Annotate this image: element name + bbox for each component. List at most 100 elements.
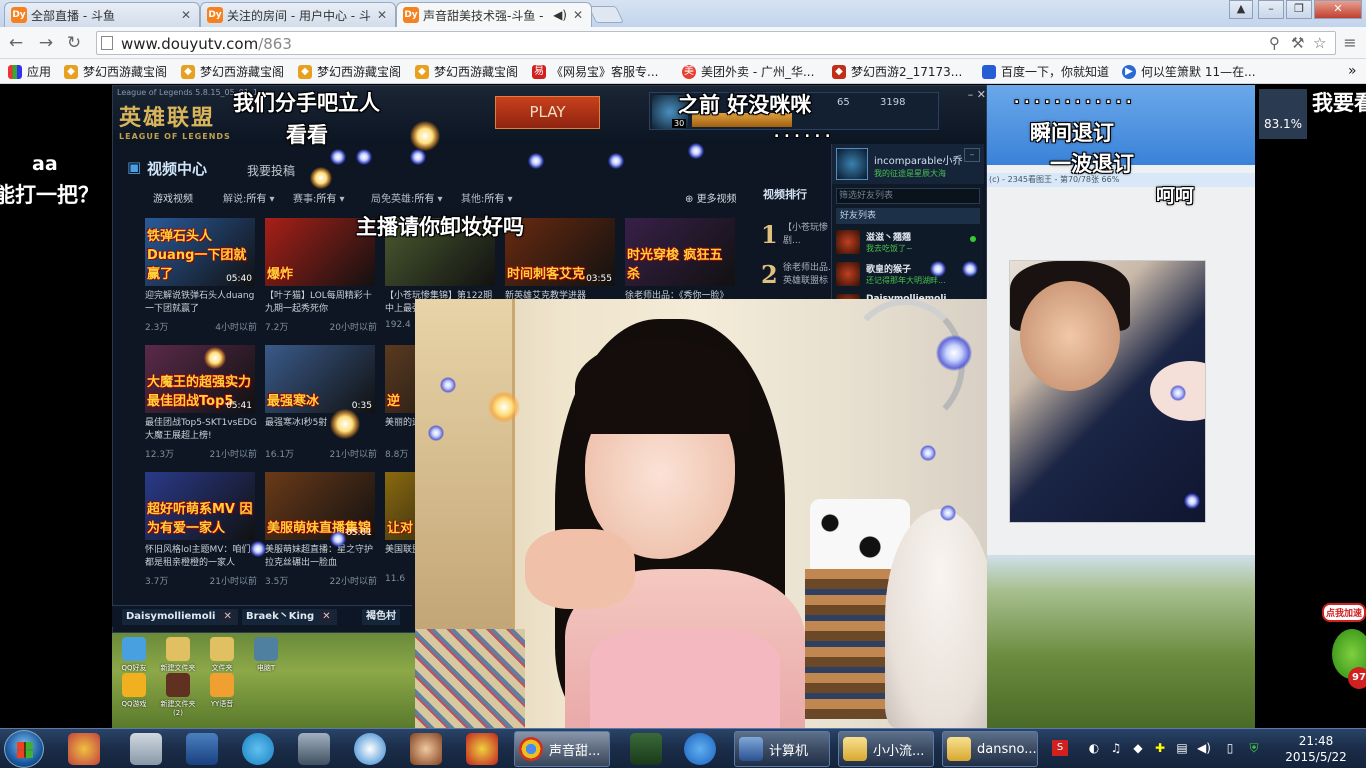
back-button[interactable]: ← bbox=[6, 33, 26, 53]
bookmark-item[interactable]: ◆ 梦幻西游藏宝阁 bbox=[298, 63, 401, 80]
network-icon[interactable]: ▤ bbox=[1174, 740, 1190, 756]
danmaku-comment: . . . . . . . . . . . . bbox=[1014, 91, 1132, 107]
computer-icon bbox=[739, 737, 763, 761]
forward-button[interactable]: → bbox=[36, 33, 56, 53]
system-clock[interactable]: 21:48 2015/5/22 bbox=[1280, 733, 1352, 765]
bookmark-apps[interactable]: 应用 bbox=[8, 63, 51, 80]
tab-followed-rooms[interactable]: Dy 关注的房间 - 用户中心 - 斗 ✕ bbox=[200, 2, 396, 27]
lol-chat-dock: Daisymolliemoli ✕ Braek丶King ✕ 褐色村 bbox=[112, 605, 412, 627]
desktop-icon[interactable] bbox=[186, 733, 218, 765]
start-button[interactable] bbox=[4, 730, 44, 768]
level-badge: 30 bbox=[672, 119, 687, 128]
minimize-button[interactable]: – bbox=[1258, 0, 1284, 19]
search-icon[interactable]: ⚲ bbox=[1269, 34, 1280, 52]
wrench-icon[interactable]: ⚒ bbox=[1291, 34, 1304, 52]
danmaku-comment: 主播请你卸妆好吗 bbox=[356, 215, 524, 239]
address-bar[interactable]: www.douyutv.com/863 ⚲ ⚒ ☆ bbox=[96, 31, 1336, 55]
taskbar-button[interactable]: 计算机 bbox=[734, 731, 830, 767]
douyu-favicon-icon: Dy bbox=[11, 7, 27, 23]
video-card: 最强寒冰 0:35 最强寒冰I秒5射 16.1万 21小时以前 bbox=[265, 345, 377, 465]
window-switch-icon[interactable] bbox=[298, 733, 330, 765]
ie-icon[interactable] bbox=[684, 733, 716, 765]
friend-panel-header: incomparable小乔 我的征途是星辰大海 – bbox=[832, 144, 984, 184]
menu-icon[interactable]: ≡ bbox=[1340, 33, 1360, 53]
ranking-title: 视频排行 bbox=[763, 188, 807, 201]
game-icon[interactable] bbox=[410, 733, 442, 765]
close-button[interactable]: ✕ bbox=[1314, 0, 1362, 19]
video-thumbnail: 美服萌妹直播集锦 05:01 bbox=[265, 472, 375, 540]
tab-close-icon[interactable]: ✕ bbox=[571, 8, 585, 22]
taskbar-button[interactable]: dansno... bbox=[942, 731, 1038, 767]
upload-link: 我要投稿 bbox=[247, 164, 296, 178]
sparkle bbox=[1170, 385, 1186, 401]
bookmark-item[interactable]: ◆ 梦幻西游2_17173... bbox=[832, 63, 962, 80]
twitter-icon[interactable] bbox=[242, 733, 274, 765]
tab-live-room[interactable]: Dy 声音甜美技术强-斗鱼 - ◀) ✕ bbox=[396, 2, 592, 27]
bookmark-item[interactable]: ◆ 梦幻西游藏宝阁 bbox=[64, 63, 167, 80]
desktop-icon: 电脑T bbox=[246, 637, 286, 673]
tray-icon[interactable]: ◐ bbox=[1086, 740, 1102, 756]
bookmark-item[interactable]: 🐾 百度一下，你就知道 bbox=[982, 63, 1109, 80]
sparkle bbox=[930, 261, 946, 277]
bookmark-item[interactable]: ▶ 何以笙箫默 11—在... bbox=[1122, 63, 1256, 80]
video-meta: 7.2万 20小时以前 bbox=[265, 320, 377, 333]
star-icon[interactable]: ☆ bbox=[1313, 34, 1326, 52]
new-tab-button[interactable] bbox=[588, 6, 624, 23]
bookmark-item[interactable]: 美美团外卖 - 广州_华... bbox=[682, 63, 814, 80]
speed-ball-widget[interactable]: 点我加速 97 bbox=[1322, 603, 1366, 693]
music-icon[interactable]: ♫ bbox=[1108, 740, 1124, 756]
sparkle bbox=[204, 347, 226, 369]
upload-time: 21小时以前 bbox=[209, 577, 257, 587]
lol-play-button[interactable]: PLAY bbox=[495, 96, 600, 129]
volume-icon[interactable]: ◀) bbox=[1196, 740, 1212, 756]
lol-close-icon: – ✕ bbox=[967, 88, 986, 101]
pinned-app-icon[interactable] bbox=[68, 733, 100, 765]
taskbar-button[interactable]: 声音甜... bbox=[514, 731, 610, 767]
windows-taskbar: 声音甜... 计算机 小小流... dansno... S ◐ ♫ ◆ ✚ ▤ … bbox=[0, 728, 1366, 768]
danmaku-comment: 一波退订 bbox=[1050, 152, 1134, 176]
upload-time: 20小时以前 bbox=[329, 323, 377, 333]
cbg-icon: ◆ bbox=[298, 64, 312, 79]
video-card: 美服萌妹直播集锦 05:01 美服萌妹超直播：星之守护拉克丝碾出一脸血 3.5万 22小… bbox=[265, 472, 377, 592]
video-thumbnail: 超好听萌系MV 因为有爱一家人 bbox=[145, 472, 255, 540]
tab-all-live[interactable]: Dy 全部直播 - 斗鱼 ✕ bbox=[4, 2, 200, 27]
game-icon[interactable] bbox=[466, 733, 498, 765]
pinned-app-icon[interactable] bbox=[354, 733, 386, 765]
danmaku-comment: aa bbox=[32, 153, 58, 175]
thumbnail-caption: 时光穿梭 疯狂五杀 bbox=[627, 248, 723, 282]
video-thumbnail: 铁弹石头人Duang一下团就赢了 05:40 bbox=[145, 218, 255, 286]
maximize-button[interactable]: ❐ bbox=[1286, 0, 1312, 19]
sparkle bbox=[330, 409, 360, 439]
sogou-icon[interactable]: S bbox=[1052, 740, 1068, 756]
tray-icon[interactable]: ▯ bbox=[1222, 740, 1238, 756]
thumbnail-caption: 爆炸 bbox=[267, 267, 294, 282]
user-icon[interactable]: ▲ bbox=[1229, 0, 1253, 19]
shield-icon[interactable]: ⛨ bbox=[1246, 740, 1262, 756]
stream-player[interactable]: League of Legends 5.8.15_05_01_1 英雄联盟 LEA… bbox=[0, 85, 1366, 728]
avatar bbox=[836, 262, 860, 286]
video-meta: 12.3万 21小时以前 bbox=[145, 447, 257, 460]
bookmark-item[interactable]: ◆ 梦幻西游藏宝阁 bbox=[415, 63, 518, 80]
tray-icon[interactable]: ◆ bbox=[1130, 740, 1146, 756]
bookmark-item[interactable]: ◆ 梦幻西游藏宝阁 bbox=[181, 63, 284, 80]
tab-title: 全部直播 - 斗鱼 bbox=[31, 8, 115, 23]
thumbnail-caption: 超好听萌系MV 因为有爱一家人 bbox=[147, 502, 253, 536]
taskbar-button[interactable]: 小小流... bbox=[838, 731, 934, 767]
calculator-icon[interactable] bbox=[130, 733, 162, 765]
tab-close-icon[interactable]: ✕ bbox=[179, 8, 193, 22]
tray-icon[interactable]: ✚ bbox=[1152, 740, 1168, 756]
more-bookmarks-icon[interactable]: » bbox=[1348, 63, 1357, 79]
play-icon: ▶ bbox=[1122, 64, 1136, 79]
video-meta: 3.5万 22小时以前 bbox=[265, 574, 377, 587]
dock-chat-tab: 褐色村 bbox=[362, 609, 400, 625]
monitor-icon[interactable] bbox=[630, 733, 662, 765]
reload-button[interactable]: ↻ bbox=[64, 33, 84, 53]
video-center-title: 视频中心 bbox=[127, 158, 207, 179]
speed-ball-label: 点我加速 bbox=[1322, 603, 1366, 622]
danmaku-comment: 瞬间退订 bbox=[1030, 121, 1114, 145]
bookmark-item[interactable]: 易《网易宝》客服专... bbox=[532, 63, 658, 80]
thumbnail-caption: 逆 bbox=[387, 394, 401, 409]
friend-row: 歌皇的猴子 还记得那年大明湖畔... bbox=[836, 260, 980, 292]
dock-chat-tab: Braek丶King ✕ bbox=[242, 609, 337, 625]
tab-close-icon[interactable]: ✕ bbox=[375, 8, 389, 22]
